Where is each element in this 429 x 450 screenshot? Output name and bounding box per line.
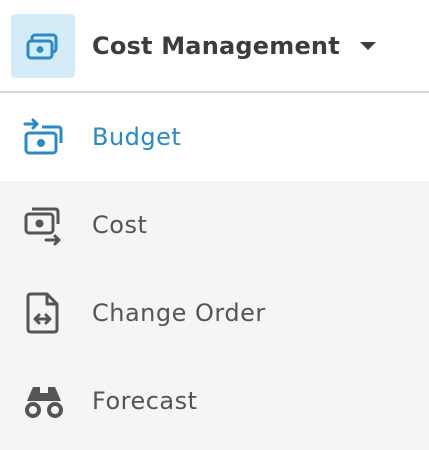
menu-item-label: Cost — [92, 211, 148, 239]
menu-item-label: Change Order — [92, 299, 266, 327]
menu-item-forecast[interactable]: Forecast — [0, 357, 429, 445]
menu-item-budget[interactable]: Budget — [0, 93, 429, 181]
menu-item-label: Budget — [92, 123, 182, 151]
menu-item-label: Forecast — [92, 387, 198, 415]
money-icon — [11, 13, 75, 78]
menu-item-cost[interactable]: Cost — [0, 181, 429, 269]
menu-item-change-order[interactable]: Change Order — [0, 269, 429, 357]
cost-menu: Budget Cost Change Order Forecast — [0, 93, 429, 445]
cost-management-panel: Cost Management Budget Cost Change Order… — [0, 0, 429, 450]
change-order-icon — [22, 291, 66, 335]
binoculars-icon — [22, 379, 66, 423]
caret-down-icon[interactable] — [359, 41, 376, 50]
budget-icon — [22, 115, 66, 159]
module-title: Cost Management — [92, 31, 340, 60]
module-switcher[interactable]: Cost Management — [0, 0, 429, 93]
cost-icon — [22, 203, 66, 247]
